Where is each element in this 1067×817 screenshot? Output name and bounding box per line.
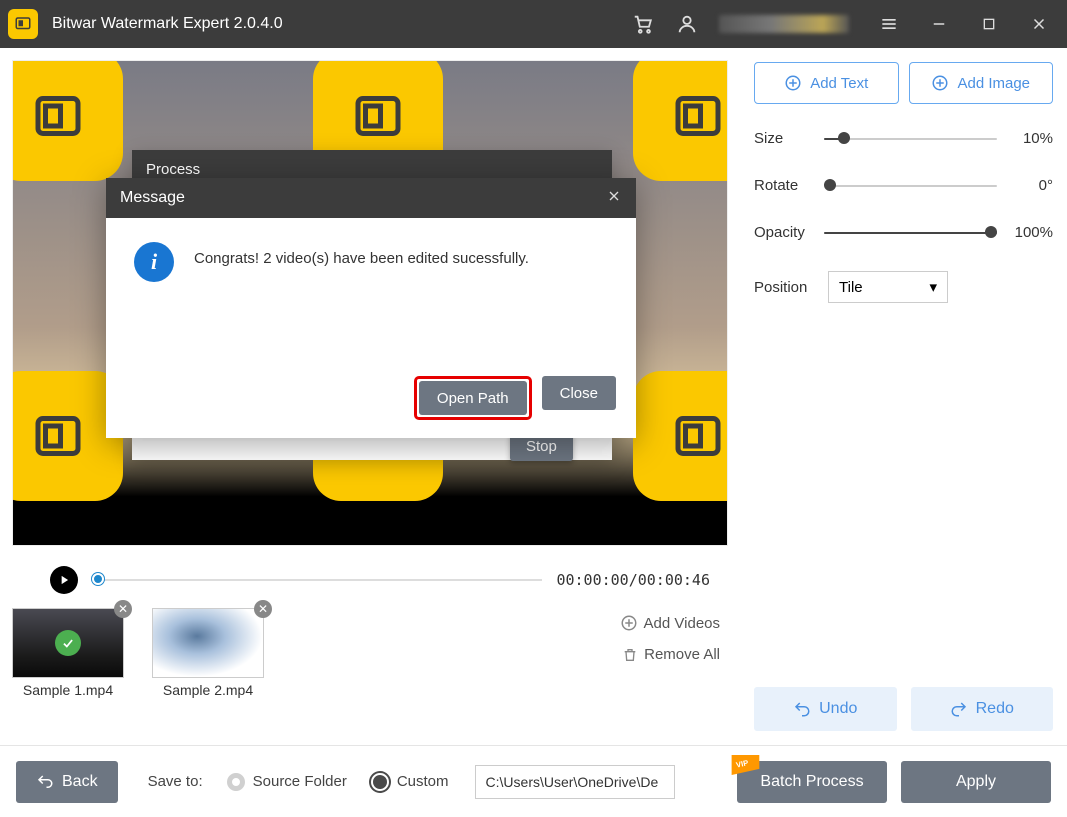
remove-thumb-icon[interactable]: ✕ bbox=[254, 600, 272, 618]
redo-button[interactable]: Redo bbox=[911, 687, 1054, 731]
thumb-label: Sample 2.mp4 bbox=[152, 682, 264, 698]
vip-badge-icon: VIP bbox=[731, 755, 763, 775]
back-button[interactable]: Back bbox=[16, 761, 118, 803]
path-input[interactable]: C:\Users\User\OneDrive\De bbox=[475, 765, 675, 799]
undo-button[interactable]: Undo bbox=[754, 687, 897, 731]
chevron-down-icon: ▾ bbox=[929, 278, 937, 296]
video-thumb[interactable]: ✕ Sample 2.mp4 bbox=[152, 608, 264, 698]
custom-radio[interactable]: Custom bbox=[371, 773, 449, 791]
rotate-value: 0° bbox=[997, 177, 1053, 194]
add-image-button[interactable]: Add Image bbox=[909, 62, 1054, 104]
thumbnails-row: ✕ Sample 1.mp4 ✕ Sample 2.mp4 Add Videos… bbox=[0, 602, 740, 712]
right-panel: Add Text Add Image Size 10% Rotate 0° Op… bbox=[740, 48, 1067, 745]
dialog-message: Congrats! 2 video(s) have been edited su… bbox=[194, 242, 529, 267]
app-logo bbox=[8, 9, 38, 39]
player-bar: 00:00:00/00:00:46 bbox=[0, 558, 740, 602]
open-path-button[interactable]: Open Path bbox=[419, 381, 527, 415]
app-title: Bitwar Watermark Expert 2.0.4.0 bbox=[52, 15, 283, 33]
timeline-slider[interactable] bbox=[92, 576, 542, 584]
remove-thumb-icon[interactable]: ✕ bbox=[114, 600, 132, 618]
batch-process-button[interactable]: VIP Batch Process bbox=[737, 761, 887, 803]
close-button[interactable] bbox=[1029, 14, 1049, 34]
dialog-close-icon[interactable] bbox=[606, 188, 622, 209]
menu-icon[interactable] bbox=[879, 14, 899, 34]
remove-all-button[interactable]: Remove All bbox=[620, 646, 720, 663]
opacity-value: 100% bbox=[997, 224, 1053, 241]
save-to-label: Save to: bbox=[148, 773, 203, 790]
add-text-button[interactable]: Add Text bbox=[754, 62, 899, 104]
time-display: 00:00:00/00:00:46 bbox=[556, 571, 710, 589]
rotate-slider[interactable] bbox=[824, 183, 997, 189]
user-name-blurred bbox=[719, 15, 849, 33]
user-icon[interactable] bbox=[675, 12, 699, 36]
radio-icon bbox=[227, 773, 245, 791]
video-thumb[interactable]: ✕ Sample 1.mp4 bbox=[12, 608, 124, 698]
opacity-slider[interactable] bbox=[824, 230, 997, 236]
play-button[interactable] bbox=[50, 566, 78, 594]
dialog-title: Message bbox=[120, 189, 185, 207]
radio-icon bbox=[371, 773, 389, 791]
size-slider[interactable] bbox=[824, 136, 997, 142]
minimize-button[interactable] bbox=[929, 14, 949, 34]
info-icon: i bbox=[134, 242, 174, 282]
size-value: 10% bbox=[997, 130, 1053, 147]
apply-button[interactable]: Apply bbox=[901, 761, 1051, 803]
thumb-label: Sample 1.mp4 bbox=[12, 682, 124, 698]
titlebar: Bitwar Watermark Expert 2.0.4.0 bbox=[0, 0, 1067, 48]
position-label: Position bbox=[754, 279, 824, 296]
highlight-ring: Open Path bbox=[414, 376, 532, 420]
bottom-bar: Back Save to: Source Folder Custom C:\Us… bbox=[0, 745, 1067, 817]
close-dialog-button[interactable]: Close bbox=[542, 376, 616, 410]
add-videos-button[interactable]: Add Videos bbox=[620, 614, 720, 632]
source-folder-radio[interactable]: Source Folder bbox=[227, 773, 347, 791]
rotate-label: Rotate bbox=[754, 177, 824, 194]
check-icon bbox=[55, 630, 81, 656]
message-dialog: Message i Congrats! 2 video(s) have been… bbox=[106, 178, 636, 438]
opacity-label: Opacity bbox=[754, 224, 824, 241]
maximize-button[interactable] bbox=[979, 14, 999, 34]
position-select[interactable]: Tile ▾ bbox=[828, 271, 948, 303]
cart-icon[interactable] bbox=[631, 12, 655, 36]
size-label: Size bbox=[754, 130, 824, 147]
